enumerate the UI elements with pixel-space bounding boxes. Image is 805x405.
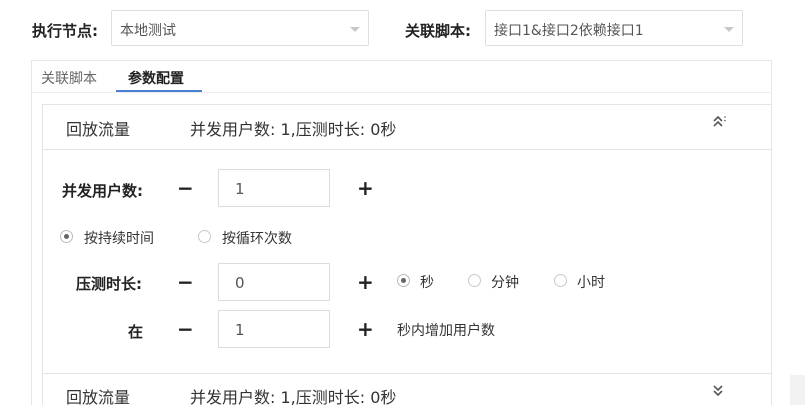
script-select[interactable]: 接口1&接口2依赖接口1 (485, 10, 743, 46)
mode-loop-radio[interactable] (198, 230, 211, 243)
unit-second-label[interactable]: 秒 (420, 272, 434, 292)
ramp-label: 在 (128, 323, 144, 341)
tab-related-script[interactable]: 关联脚本 (41, 68, 97, 88)
panel-title[interactable]: 回放流量 (66, 384, 130, 405)
script-label: 关联脚本: (405, 22, 471, 40)
node-select-value: 本地测试 (120, 23, 176, 39)
script-select-value: 接口1&接口2依赖接口1 (494, 23, 644, 39)
panel-title[interactable]: 回放流量 (66, 116, 130, 140)
ramp-decrement-button[interactable]: − (177, 319, 194, 339)
replay-panel-2 (42, 373, 772, 405)
chevron-down-icon (724, 27, 734, 32)
unit-minute-label[interactable]: 分钟 (491, 272, 519, 292)
panel-summary: 并发用户数: 1,压测时长: 0秒 (190, 120, 397, 139)
ramp-value: 1 (235, 321, 245, 339)
chevron-double-up-icon (713, 115, 726, 127)
concurrent-users-input[interactable]: 1 (218, 169, 330, 207)
chevron-double-down-icon[interactable] (711, 384, 725, 402)
panel-header-divider (42, 149, 772, 150)
concurrent-decrement-button[interactable]: − (177, 178, 194, 198)
chevron-double-up-icon[interactable] (711, 114, 727, 132)
duration-label: 压测时长: (76, 275, 142, 293)
mode-duration-label[interactable]: 按持续时间 (84, 228, 154, 248)
chevron-down-icon (350, 27, 360, 32)
panel-summary: 并发用户数: 1,压测时长: 0秒 (190, 388, 397, 405)
duration-input[interactable]: 0 (218, 263, 330, 301)
tab-divider (31, 92, 772, 93)
duration-increment-button[interactable]: + (357, 272, 374, 292)
concurrent-users-label: 并发用户数: (62, 182, 143, 200)
concurrent-increment-button[interactable]: + (357, 178, 374, 198)
ramp-input[interactable]: 1 (218, 310, 330, 348)
active-tab-indicator (116, 90, 202, 92)
scrollbar[interactable] (790, 375, 805, 405)
mode-loop-label[interactable]: 按循环次数 (222, 228, 292, 248)
concurrent-users-value: 1 (235, 180, 245, 198)
unit-hour-radio[interactable] (554, 274, 567, 287)
duration-decrement-button[interactable]: − (177, 272, 194, 292)
unit-second-radio[interactable] (397, 274, 410, 287)
node-select[interactable]: 本地测试 (111, 10, 369, 46)
tab-param-config[interactable]: 参数配置 (128, 68, 184, 88)
unit-hour-label[interactable]: 小时 (577, 272, 605, 292)
unit-minute-radio[interactable] (468, 274, 481, 287)
chevron-double-down-icon (713, 385, 723, 397)
node-label: 执行节点: (32, 22, 98, 40)
ramp-increment-button[interactable]: + (357, 319, 374, 339)
ramp-suffix: 秒内增加用户数 (397, 323, 495, 339)
duration-value: 0 (235, 274, 245, 292)
mode-duration-radio[interactable] (60, 230, 73, 243)
